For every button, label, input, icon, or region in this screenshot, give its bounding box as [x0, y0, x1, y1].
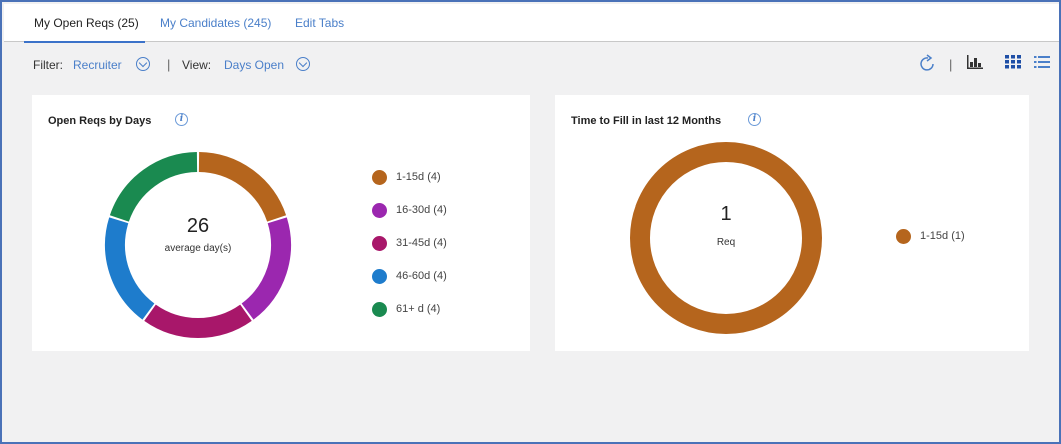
- req-count-label: Req: [716, 237, 736, 248]
- average-days-label: average day(s): [164, 243, 232, 254]
- legend-swatch: [896, 229, 911, 244]
- donut-segment-3[interactable]: [144, 304, 252, 338]
- view-label: View:: [182, 58, 212, 72]
- card-title: Time to Fill in last 12 Months: [571, 115, 722, 127]
- tab-my-candidates[interactable]: My Candidates (245): [160, 16, 271, 30]
- filter-label: Filter:: [33, 58, 63, 72]
- time-to-fill-card: Time to Fill in last 12 Months i 1 Req 1…: [555, 95, 1029, 351]
- legend-swatch: [372, 269, 387, 284]
- legend-label: 16-30d (4): [396, 204, 447, 216]
- legend-label: 61+ d (4): [396, 303, 441, 315]
- average-days-value: 26: [186, 215, 210, 237]
- tab-bar: My Open Reqs (25) My Candidates (245) Ed…: [4, 4, 1059, 43]
- refresh-icon[interactable]: [920, 54, 936, 75]
- legend-item[interactable]: 16-30d (4): [372, 202, 482, 220]
- donut-segment-2[interactable]: [241, 217, 291, 320]
- legend-label: 46-60d (4): [396, 270, 447, 282]
- legend-swatch: [372, 236, 387, 251]
- card-title: Open Reqs by Days: [48, 115, 152, 127]
- open-reqs-card: Open Reqs by Days i 26 average day(s) 1-…: [32, 95, 530, 351]
- app-frame: My Open Reqs (25) My Candidates (245) Ed…: [0, 0, 1061, 444]
- filter-separator: |: [167, 57, 171, 72]
- list-view-icon[interactable]: [1034, 55, 1050, 72]
- chevron-down-icon[interactable]: [296, 57, 310, 71]
- req-count-value: 1: [720, 203, 732, 225]
- legend-swatch: [372, 170, 387, 185]
- legend-item[interactable]: 61+ d (4): [372, 301, 482, 319]
- tab-edit-tabs[interactable]: Edit Tabs: [295, 16, 344, 30]
- view-days-open-dropdown[interactable]: Days Open: [224, 58, 284, 72]
- legend-label: 31-45d (4): [396, 237, 447, 249]
- legend-item[interactable]: 46-60d (4): [372, 268, 482, 286]
- legend-item[interactable]: 31-45d (4): [372, 235, 482, 253]
- legend-item[interactable]: 1-15d (4): [372, 169, 482, 187]
- info-icon[interactable]: i: [175, 113, 188, 126]
- legend-swatch: [372, 203, 387, 218]
- tab-my-open-reqs[interactable]: My Open Reqs (25): [24, 16, 145, 43]
- info-icon[interactable]: i: [748, 113, 761, 126]
- legend-item[interactable]: 1-15d (1): [896, 228, 1006, 246]
- legend-swatch: [372, 302, 387, 317]
- toolbar-separator: |: [949, 57, 953, 72]
- donut-segment-1[interactable]: [198, 152, 287, 222]
- grid-view-icon[interactable]: [1005, 55, 1021, 72]
- filter-recruiter-dropdown[interactable]: Recruiter: [73, 58, 122, 72]
- legend-label: 1-15d (4): [396, 171, 441, 183]
- filter-bar: Filter: Recruiter | View: Days Open |: [4, 43, 1059, 87]
- legend-label: 1-15d (1): [920, 230, 965, 242]
- donut-segment-4[interactable]: [105, 217, 155, 320]
- chevron-down-icon[interactable]: [136, 57, 150, 71]
- donut-segment-5[interactable]: [109, 152, 198, 222]
- bar-chart-icon[interactable]: [966, 54, 984, 73]
